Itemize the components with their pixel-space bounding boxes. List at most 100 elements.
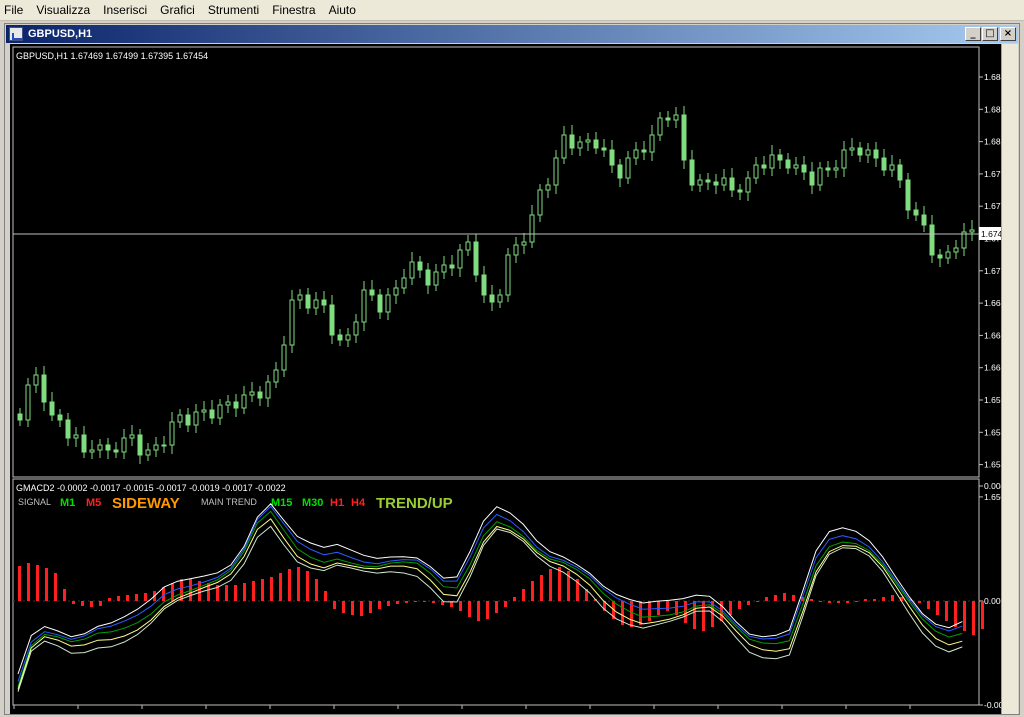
- maximize-button[interactable]: □: [982, 27, 998, 41]
- price-tick-label: 1.68870: [984, 72, 1001, 82]
- candle-body: [57, 414, 63, 421]
- candle-body: [377, 294, 383, 313]
- histogram-bar: [954, 601, 957, 627]
- candle-body: [633, 149, 639, 159]
- histogram-bar: [288, 569, 291, 601]
- menu-grafici[interactable]: Grafici: [154, 0, 202, 21]
- candle-body: [753, 164, 759, 179]
- signal-state: SIDEWAY: [112, 495, 180, 512]
- candle-body: [593, 139, 599, 149]
- candle-body: [185, 414, 191, 426]
- candle-body: [681, 114, 687, 161]
- candle-body: [801, 164, 807, 173]
- candle-body: [689, 159, 695, 186]
- histogram-bar: [756, 601, 759, 602]
- histogram-bar: [369, 601, 372, 613]
- candle-body: [521, 241, 527, 246]
- price-tick-label: 1.65060: [984, 492, 1001, 502]
- menu-visualizza[interactable]: Visualizza: [30, 0, 97, 21]
- candle-body: [793, 164, 799, 169]
- candle-body: [881, 157, 887, 171]
- candle-body: [761, 164, 767, 169]
- close-button[interactable]: ×: [1000, 27, 1016, 41]
- histogram-bar: [144, 593, 147, 601]
- histogram-bar: [873, 599, 876, 601]
- window-title: GBPUSD,H1: [28, 28, 93, 40]
- main-trend-h1: H1: [330, 497, 344, 509]
- price-tick-label: 1.66525: [984, 330, 1001, 340]
- candle-body: [897, 164, 903, 181]
- histogram-bar: [738, 601, 741, 609]
- candle-body: [577, 141, 583, 149]
- candle-body: [865, 149, 871, 156]
- candle-body: [497, 294, 503, 303]
- histogram-bar: [72, 601, 75, 604]
- candle-body: [81, 434, 87, 453]
- histogram-bar: [423, 601, 426, 602]
- histogram-bar: [396, 601, 399, 604]
- candle-body: [649, 134, 655, 153]
- signal-m1: M1: [60, 497, 75, 509]
- candle-body: [841, 149, 847, 169]
- histogram-bar: [108, 598, 111, 601]
- histogram-bar: [261, 579, 264, 601]
- histogram-bar: [252, 581, 255, 601]
- candle-body: [545, 184, 551, 191]
- price-tick-label: 1.65940: [984, 395, 1001, 405]
- histogram-bar: [945, 601, 948, 621]
- histogram-bar: [477, 601, 480, 621]
- histogram-bar: [810, 599, 813, 601]
- candle-body: [713, 181, 719, 186]
- menu-file[interactable]: File: [0, 0, 30, 21]
- candle-body: [617, 164, 623, 179]
- menu-aiuto[interactable]: Aiuto: [323, 0, 363, 21]
- candle-body: [609, 149, 615, 166]
- main-trend-h4: H4: [351, 497, 366, 509]
- histogram-bar: [549, 569, 552, 601]
- candle-body: [769, 154, 775, 169]
- price-axis: 1.68870 1.68575 1.68275 1.67990 1.67700 1.674…: [979, 72, 1001, 502]
- candle-body: [449, 264, 455, 269]
- candle-body: [289, 299, 295, 346]
- candle-body: [337, 334, 343, 341]
- histogram-bar: [729, 601, 732, 615]
- minimize-button[interactable]: _: [965, 27, 981, 41]
- histogram-bar: [936, 601, 939, 615]
- candle-body: [601, 147, 607, 151]
- candle-body: [249, 391, 255, 396]
- histogram-bar: [243, 583, 246, 601]
- candle-body: [785, 159, 791, 169]
- histogram-bar: [360, 601, 363, 616]
- main-trend-m30: M30: [302, 497, 323, 509]
- chart-area[interactable]: GBPUSD,H1 1.67469 1.67499 1.67395 1.6745…: [10, 44, 1001, 714]
- indicator-header: GMACD2 -0.0002 -0.0017 -0.0015 -0.0017 -…: [16, 483, 286, 493]
- histogram-bar: [468, 601, 471, 617]
- candlestick-series: [17, 106, 975, 464]
- right-scroll-strip[interactable]: [1001, 44, 1018, 714]
- time-axis: 12 Nov 200912 Nov 08:0012 Nov 16:0013 No…: [13, 705, 911, 709]
- histogram-bar: [963, 601, 966, 631]
- candle-body: [265, 381, 271, 399]
- candle-body: [529, 214, 535, 243]
- candle-body: [705, 179, 711, 183]
- histogram-bar: [684, 601, 687, 623]
- histogram-bar: [495, 601, 498, 613]
- candle-body: [401, 277, 407, 289]
- candle-body: [393, 287, 399, 296]
- histogram-bar: [639, 601, 642, 625]
- window-titlebar[interactable]: GBPUSD,H1 _ □ ×: [6, 25, 1018, 43]
- histogram-bar: [666, 601, 669, 611]
- candle-body: [257, 391, 263, 399]
- histogram-bar: [387, 601, 390, 606]
- candle-body: [673, 114, 679, 121]
- menu-inserisci[interactable]: Inserisci: [97, 0, 154, 21]
- candle-body: [873, 149, 879, 159]
- histogram-bar: [531, 581, 534, 601]
- histogram-bar: [225, 585, 228, 601]
- histogram-bar: [693, 601, 696, 629]
- menu-finestra[interactable]: Finestra: [266, 0, 322, 21]
- menu-strumenti[interactable]: Strumenti: [202, 0, 266, 21]
- price-chart-canvas[interactable]: GBPUSD,H1 1.67469 1.67499 1.67395 1.6745…: [10, 44, 1001, 714]
- price-tick-label: 1.66820: [984, 298, 1001, 308]
- histogram-bar: [306, 571, 309, 601]
